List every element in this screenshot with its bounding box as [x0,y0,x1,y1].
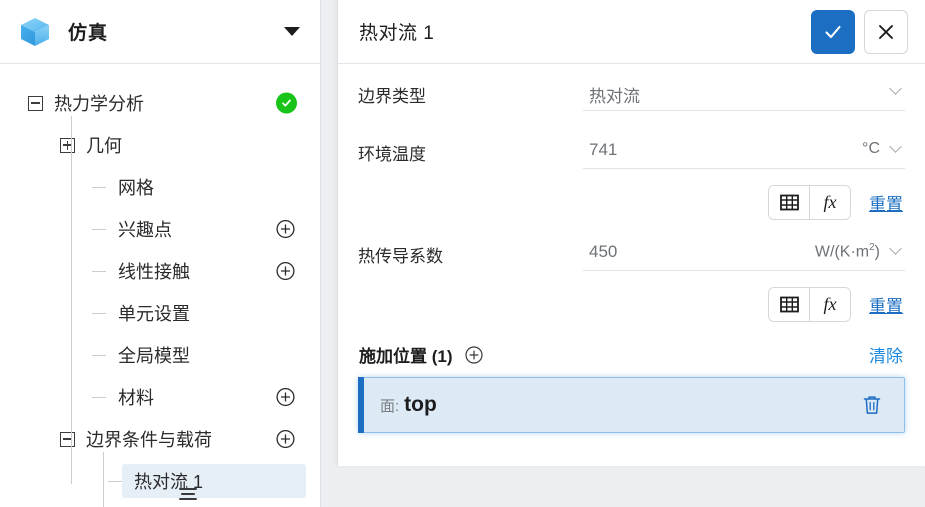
field-label: 热传导系数 [358,247,443,266]
tree-item-8[interactable]: 边界条件与载荷 [0,418,320,460]
plus-circle-icon[interactable] [464,345,483,364]
field-row-ambient-temperature: 环境温度 741 °C [358,122,905,180]
fx-icon: fx [823,293,837,314]
tree-connector [92,270,107,272]
field-row-boundary-type: 边界类型 热对流 [358,64,905,122]
ambient-temperature-input[interactable]: 741 [583,122,795,169]
sidebar: 仿真 热力学分析几何网格兴趣点线性接触单元设置全局模型材料边界条件与载荷热对流 … [0,0,321,507]
unit-label: °C [862,140,880,157]
tree-item-label: 网格 [118,178,154,198]
page-title: 热对流 1 [359,23,435,44]
tree-item-label: 单元设置 [118,304,190,324]
close-icon [879,24,893,39]
unit-label: W/(K·m2) [814,242,880,261]
boundary-type-chevron[interactable] [795,64,905,111]
list-item[interactable]: 面: top [358,377,905,433]
add-icon[interactable] [276,429,295,449]
tree-connector [92,354,107,356]
tree-item-7[interactable]: 材料 [0,376,320,418]
tree-item-0[interactable]: 热力学分析 [0,82,320,124]
cancel-button[interactable] [864,9,908,54]
panel-body: 边界类型 热对流 环境温度 741 °C fx 重置 热传导系数 450 W/(… [338,64,925,433]
tree-item-label: 边界条件与载荷 [86,430,212,450]
tree-connector [92,186,107,188]
table-grid-icon [779,194,799,210]
fx-icon: fx [823,191,837,212]
field-label: 环境温度 [358,145,426,164]
tree-item-label: 几何 [86,136,122,156]
tree-connector [92,396,107,398]
detail-panel: 热对流 1 边界类型 热对流 环境温度 741 °C fx 重置 热传导系数 4… [337,0,925,466]
tree-item-label: 兴趣点 [118,220,172,240]
confirm-button[interactable] [811,9,855,54]
table-button[interactable] [769,287,809,321]
tree-connector [108,480,123,482]
tree-item-1[interactable]: 几何 [0,124,320,166]
field-label: 边界类型 [358,87,426,106]
simulation-tree: 热力学分析几何网格兴趣点线性接触单元设置全局模型材料边界条件与载荷热对流 1 [0,64,320,507]
add-icon[interactable] [276,261,295,281]
tree-connector [103,452,104,507]
add-icon[interactable] [276,387,295,407]
ambient-temperature-unit-select[interactable]: °C [795,122,905,169]
tool-row-ambient-temperature: fx 重置 [358,180,905,224]
sidebar-header: 仿真 [0,0,320,64]
tree-item-4[interactable]: 线性接触 [0,250,320,292]
check-icon [825,25,841,38]
tree-item-6[interactable]: 全局模型 [0,334,320,376]
reset-link-ambient-temperature[interactable]: 重置 [869,190,903,215]
add-icon[interactable] [276,219,295,239]
context-menu-icon[interactable] [179,488,198,502]
tree-item-9[interactable]: 热对流 1 [0,460,320,502]
collapse-icon[interactable] [60,431,75,447]
chevron-down-icon [890,243,903,256]
section-title: 施加位置 (1) [359,347,453,366]
status-badge [276,92,297,114]
collapse-icon[interactable] [28,95,43,111]
field-row-heat-transfer-coefficient: 热传导系数 450 W/(K·m2) [358,224,905,282]
function-button[interactable]: fx [809,287,850,321]
location-value: top [404,393,437,416]
panel-header: 热对流 1 [338,0,925,64]
reset-link-heat-transfer-coefficient[interactable]: 重置 [869,292,903,317]
tree-item-2[interactable]: 网格 [0,166,320,208]
heat-transfer-coefficient-unit-select[interactable]: W/(K·m2) [795,224,905,271]
caret-down-icon[interactable] [284,27,300,36]
tree-item-label: 材料 [118,388,154,408]
location-prefix: 面: [380,397,400,415]
cube-icon [21,17,49,46]
expand-icon[interactable] [60,137,75,153]
tool-row-heat-transfer-coefficient: fx 重置 [358,282,905,326]
boundary-type-select[interactable]: 热对流 [583,64,795,111]
table-button[interactable] [769,185,809,219]
chevron-down-icon [890,141,903,154]
tree-item-3[interactable]: 兴趣点 [0,208,320,250]
clear-link[interactable]: 清除 [869,342,903,367]
tree-connector [71,116,72,484]
tree-item-label: 热力学分析 [54,94,144,114]
chevron-down-icon [890,83,903,96]
heat-transfer-coefficient-input[interactable]: 450 [583,224,795,271]
tree-item-label: 线性接触 [118,262,190,282]
app-title: 仿真 [68,23,109,44]
applied-location-header: 施加位置 (1) 清除 [358,326,905,377]
value-source-toggle-group: fx [768,286,851,322]
tree-connector [92,312,107,314]
check-icon [282,99,291,107]
function-button[interactable]: fx [809,185,850,219]
value-source-toggle-group: fx [768,184,851,220]
table-grid-icon [779,296,799,312]
tree-item-label: 全局模型 [118,346,190,366]
tree-connector [92,228,107,230]
trash-icon[interactable] [862,395,882,416]
tree-item-5[interactable]: 单元设置 [0,292,320,334]
